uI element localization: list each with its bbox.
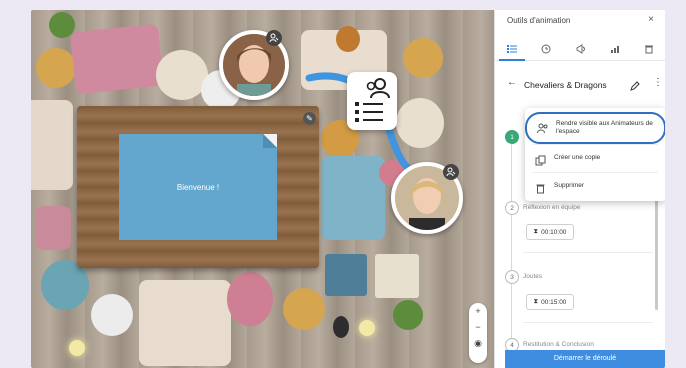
pouf-yellow xyxy=(36,48,76,88)
back-arrow-icon[interactable]: ← xyxy=(507,77,517,88)
menu-divider xyxy=(533,172,658,173)
trash-icon xyxy=(535,181,546,199)
zoom-out-button[interactable]: − xyxy=(469,319,487,335)
app-window: Bienvenue ! ✎ + − ◉ Outils d'animation ×… xyxy=(31,10,665,368)
start-sequence-button[interactable]: Démarrer le déroulé xyxy=(505,350,665,368)
group-animators-button[interactable] xyxy=(347,72,397,130)
people-icon xyxy=(537,121,548,139)
step-2-number: 2 xyxy=(505,201,519,215)
virtual-room-canvas[interactable]: Bienvenue ! ✎ + − ◉ xyxy=(31,10,494,368)
clock-icon xyxy=(541,44,551,54)
lamp-left xyxy=(69,340,85,356)
step-divider xyxy=(523,322,653,323)
step-2-duration[interactable]: ⧗ 00:10:00 xyxy=(526,224,574,240)
step-divider xyxy=(523,252,653,253)
trash-icon xyxy=(644,45,653,54)
activity-header: ← Chevaliers & Dragons ⋮ xyxy=(495,74,665,94)
participant-1-badge-icon xyxy=(266,30,282,46)
tab-trash[interactable] xyxy=(632,38,665,60)
tab-announce[interactable] xyxy=(563,38,597,60)
chart-icon xyxy=(610,46,619,53)
context-menu: Rendre visible aux Animateurs de l'espac… xyxy=(525,108,665,201)
zoom-in-button[interactable]: + xyxy=(469,303,487,319)
shared-screen[interactable]: Bienvenue ! xyxy=(119,134,277,240)
lamp-right xyxy=(359,320,375,336)
plant-top-left xyxy=(49,12,75,38)
menu-item-copy-label: Créer une copie xyxy=(554,154,601,161)
step-3-number: 3 xyxy=(505,270,519,284)
beanbag-pink-bottom xyxy=(227,272,273,326)
menu-item-delete[interactable]: Supprimer xyxy=(525,174,665,200)
menu-divider xyxy=(533,144,658,145)
pouf-white xyxy=(91,294,133,336)
step-2-duration-value: 00:10:00 xyxy=(541,228,567,236)
pouf-yellow-bottom xyxy=(283,288,325,330)
pencil-icon[interactable] xyxy=(630,78,640,96)
cushion-left-cream xyxy=(31,100,73,190)
cushion-square-cream xyxy=(375,254,419,298)
cat xyxy=(333,316,349,338)
tab-timer[interactable] xyxy=(529,38,563,60)
cushion-cream-bottom xyxy=(139,280,231,366)
close-icon[interactable]: × xyxy=(648,14,654,25)
plant-right xyxy=(393,300,423,330)
teddy-bear xyxy=(336,26,360,52)
tab-activities[interactable] xyxy=(495,38,529,61)
page-fold xyxy=(263,134,277,148)
menu-item-delete-label: Supprimer xyxy=(554,182,584,189)
cushion-pink xyxy=(70,23,164,95)
list-icon xyxy=(507,45,518,53)
hourglass-icon: ⧗ xyxy=(533,298,539,305)
step-3-duration[interactable]: ⧗ 00:15:00 xyxy=(526,294,574,310)
step-3-label: Joutes xyxy=(523,273,543,280)
step-2-label: Réflexion en équipe xyxy=(523,204,581,211)
panel-tabs xyxy=(495,38,665,61)
menu-item-make-visible[interactable]: Rendre visible aux Animateurs de l'espac… xyxy=(525,112,665,144)
menu-item-make-visible-label: Rendre visible aux Animateurs de l'espac… xyxy=(556,120,653,135)
step-3-duration-value: 00:15:00 xyxy=(541,298,567,306)
steps-timeline xyxy=(511,134,512,344)
welcome-text: Bienvenue ! xyxy=(176,182,220,192)
more-options-icon[interactable]: ⋮ xyxy=(653,77,663,88)
panel-title: Outils d'animation xyxy=(507,16,571,25)
hourglass-icon: ⧗ xyxy=(533,228,539,235)
step-4-label: Restitution & Conclusion xyxy=(523,341,594,348)
group-list-icon xyxy=(355,78,390,122)
copy-icon xyxy=(535,153,546,171)
activity-title: Chevaliers & Dragons xyxy=(524,80,607,90)
cushion-left-pink xyxy=(35,206,71,250)
cushion-square-blue xyxy=(325,254,367,296)
locate-icon[interactable]: ◉ xyxy=(469,335,487,351)
megaphone-icon xyxy=(576,44,585,54)
menu-item-copy[interactable]: Créer une copie xyxy=(525,146,665,172)
tab-stats[interactable] xyxy=(598,38,632,60)
participant-2-badge-icon xyxy=(443,164,459,180)
zoom-controls: + − ◉ xyxy=(469,303,487,363)
step-1-number: 1 xyxy=(505,130,519,144)
